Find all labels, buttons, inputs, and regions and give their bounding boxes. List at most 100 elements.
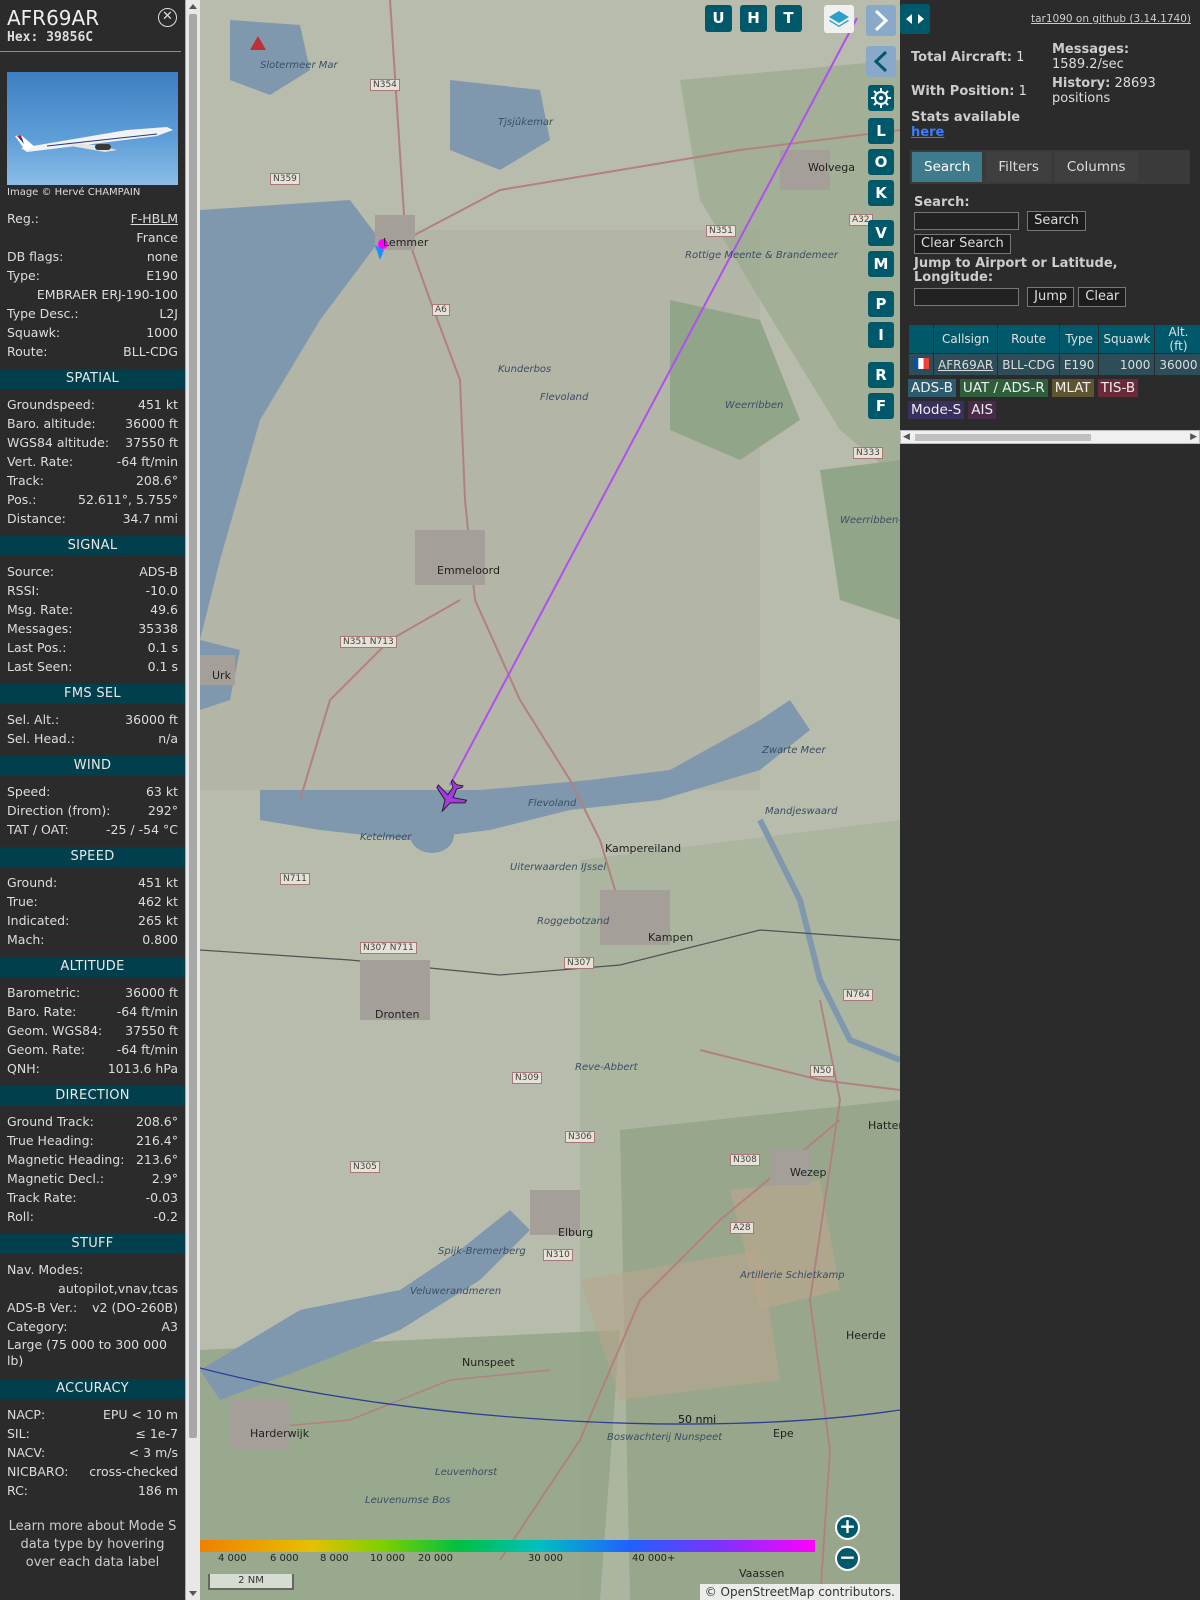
section-header[interactable]: WIND bbox=[0, 756, 185, 776]
scrollbar-thumb[interactable] bbox=[189, 14, 197, 1438]
altitude-legend-label: 4 000 bbox=[218, 1553, 247, 1564]
area-label: Leuvenumse Bos bbox=[365, 1495, 451, 1506]
legend-item[interactable]: MLAT bbox=[1051, 379, 1094, 397]
detail-value: n/a bbox=[158, 731, 178, 746]
map-button-u[interactable]: U bbox=[705, 5, 732, 32]
detail-label: WGS84 altitude: bbox=[7, 435, 110, 450]
footer-note: Learn more about Mode S data type by hov… bbox=[8, 1519, 177, 1570]
scroll-down-icon[interactable] bbox=[189, 1591, 197, 1596]
place-label: Emmeloord bbox=[437, 564, 500, 577]
aircraft-details-sidebar[interactable]: AFR69AR Hex: 39856C ✕ Image © Hervé CHAM… bbox=[0, 0, 185, 1600]
map-attribution[interactable]: © OpenStreetMap contributors. bbox=[699, 1584, 900, 1600]
detail-row: Nav. Modes: bbox=[7, 1260, 178, 1279]
section-header[interactable]: FMS SEL bbox=[0, 684, 185, 704]
table-horizontal-scrollbar[interactable]: ◀ ▶ bbox=[900, 430, 1200, 444]
place-label: Epe bbox=[773, 1427, 794, 1440]
tab-filters[interactable]: Filters bbox=[986, 152, 1051, 182]
github-link[interactable]: tar1090 on github (3.14.1740) bbox=[1031, 13, 1191, 25]
place-label: Urk bbox=[212, 669, 231, 682]
tab-search[interactable]: Search bbox=[912, 152, 983, 182]
detail-value: 49.6 bbox=[150, 602, 178, 617]
map-button-t[interactable]: T bbox=[775, 5, 802, 32]
hscroll-left-icon[interactable]: ◀ bbox=[903, 432, 910, 442]
section-header[interactable]: STUFF bbox=[0, 1234, 185, 1254]
legend-item[interactable]: AIS bbox=[968, 401, 997, 419]
column-type[interactable]: Type bbox=[1058, 324, 1100, 354]
sidebar-scrollbar[interactable] bbox=[185, 0, 200, 1600]
detail-label: Type: bbox=[7, 268, 40, 283]
history-label: History: bbox=[1052, 76, 1111, 91]
toggle-sidebar-button[interactable] bbox=[900, 4, 930, 34]
jump-button[interactable]: Jump bbox=[1027, 287, 1075, 307]
row-callsign[interactable]: AFR69AR bbox=[932, 353, 999, 376]
column-route[interactable]: Route bbox=[997, 324, 1060, 354]
detail-label: SIL: bbox=[7, 1426, 30, 1441]
legend-item[interactable]: TIS-B bbox=[1097, 379, 1139, 397]
section-header[interactable]: DIRECTION bbox=[0, 1086, 185, 1106]
column-flag[interactable] bbox=[908, 324, 934, 354]
next-aircraft-button[interactable] bbox=[866, 5, 896, 36]
detail-label: Roll: bbox=[7, 1209, 34, 1224]
range-ring-label: 50 nmi bbox=[678, 1413, 717, 1426]
legend-item[interactable]: ADS-B bbox=[908, 379, 956, 397]
map-button-v[interactable]: V bbox=[868, 220, 894, 246]
detail-row: WGS84 altitude: 37550 ft bbox=[7, 433, 178, 452]
map-button-i[interactable]: I bbox=[868, 322, 894, 348]
hscroll-right-icon[interactable]: ▶ bbox=[1190, 432, 1197, 442]
road-label: A6 bbox=[432, 304, 450, 316]
table-row[interactable]: AFR69AR BLL-CDG E190 1000 36000 bbox=[908, 353, 1200, 376]
area-label: Weerribben-Wieden bbox=[840, 515, 900, 526]
detail-row: Ground: 451 kt bbox=[7, 873, 178, 892]
search-input[interactable] bbox=[914, 212, 1019, 230]
detail-value: none bbox=[146, 249, 178, 264]
detail-row: Magnetic Heading: 213.6° bbox=[7, 1150, 178, 1169]
road-label: N307 N711 bbox=[360, 942, 417, 954]
previous-aircraft-button[interactable] bbox=[866, 46, 896, 77]
map-view[interactable]: Lemmer Wolvega Emmeloord Urk Kampereiland Kam… bbox=[200, 0, 900, 1600]
detail-row: Barometric: 36000 ft bbox=[7, 983, 178, 1002]
clear-search-button[interactable]: Clear Search bbox=[914, 234, 1011, 254]
scroll-up-icon[interactable] bbox=[189, 4, 197, 9]
column-callsign[interactable]: Callsign bbox=[932, 324, 999, 354]
road-label: N354 bbox=[370, 79, 400, 91]
clear-jump-button[interactable]: Clear bbox=[1078, 287, 1127, 307]
section-header[interactable]: ACCURACY bbox=[0, 1379, 185, 1399]
zoom-out-button[interactable]: − bbox=[835, 1546, 860, 1571]
altitude-legend-label: 40 000+ bbox=[632, 1553, 676, 1564]
search-button[interactable]: Search bbox=[1027, 211, 1086, 231]
aircraft-photo[interactable] bbox=[7, 72, 178, 185]
detail-label: DB flags: bbox=[7, 249, 64, 264]
detail-value: -64 ft/min bbox=[116, 454, 178, 469]
tab-columns[interactable]: Columns bbox=[1054, 152, 1138, 182]
stats-link[interactable]: here bbox=[911, 125, 944, 140]
section-header[interactable]: SIGNAL bbox=[0, 536, 185, 556]
section-header[interactable]: SPEED bbox=[0, 847, 185, 867]
place-label: Dronten bbox=[375, 1008, 420, 1021]
map-button-p[interactable]: P bbox=[868, 291, 894, 317]
jump-input[interactable] bbox=[914, 288, 1019, 306]
column-altitude[interactable]: Alt. (ft) bbox=[1154, 324, 1200, 354]
settings-button[interactable] bbox=[868, 85, 894, 111]
map-button-f[interactable]: F bbox=[868, 393, 894, 419]
column-squawk[interactable]: Squawk bbox=[1098, 324, 1156, 354]
row-callsign-link[interactable]: AFR69AR bbox=[938, 358, 993, 372]
layers-button[interactable] bbox=[824, 5, 854, 33]
section-header[interactable]: ALTITUDE bbox=[0, 957, 185, 977]
detail-label: Geom. WGS84: bbox=[7, 1023, 103, 1038]
hscroll-thumb[interactable] bbox=[915, 434, 1091, 441]
zoom-in-button[interactable]: + bbox=[835, 1515, 860, 1540]
map-button-m[interactable]: M bbox=[868, 251, 894, 277]
legend-item[interactable]: UAT / ADS-R bbox=[959, 379, 1048, 397]
legend-item[interactable]: Mode-S bbox=[908, 401, 965, 419]
detail-row: Last Seen: 0.1 s bbox=[7, 657, 178, 676]
map-button-r[interactable]: R bbox=[868, 362, 894, 388]
map-button-o[interactable]: O bbox=[868, 149, 894, 175]
close-icon[interactable]: ✕ bbox=[158, 8, 177, 27]
map-button-k[interactable]: K bbox=[868, 180, 894, 206]
detail-value: 1013.6 hPa bbox=[107, 1061, 178, 1076]
map-button-h[interactable]: H bbox=[740, 5, 767, 32]
section-header[interactable]: SPATIAL bbox=[0, 369, 185, 389]
jump-label: Jump to Airport or Latitude, Longitude: bbox=[914, 256, 1118, 285]
map-button-l[interactable]: L bbox=[868, 118, 894, 144]
detail-value[interactable]: F-HBLM bbox=[131, 209, 178, 228]
